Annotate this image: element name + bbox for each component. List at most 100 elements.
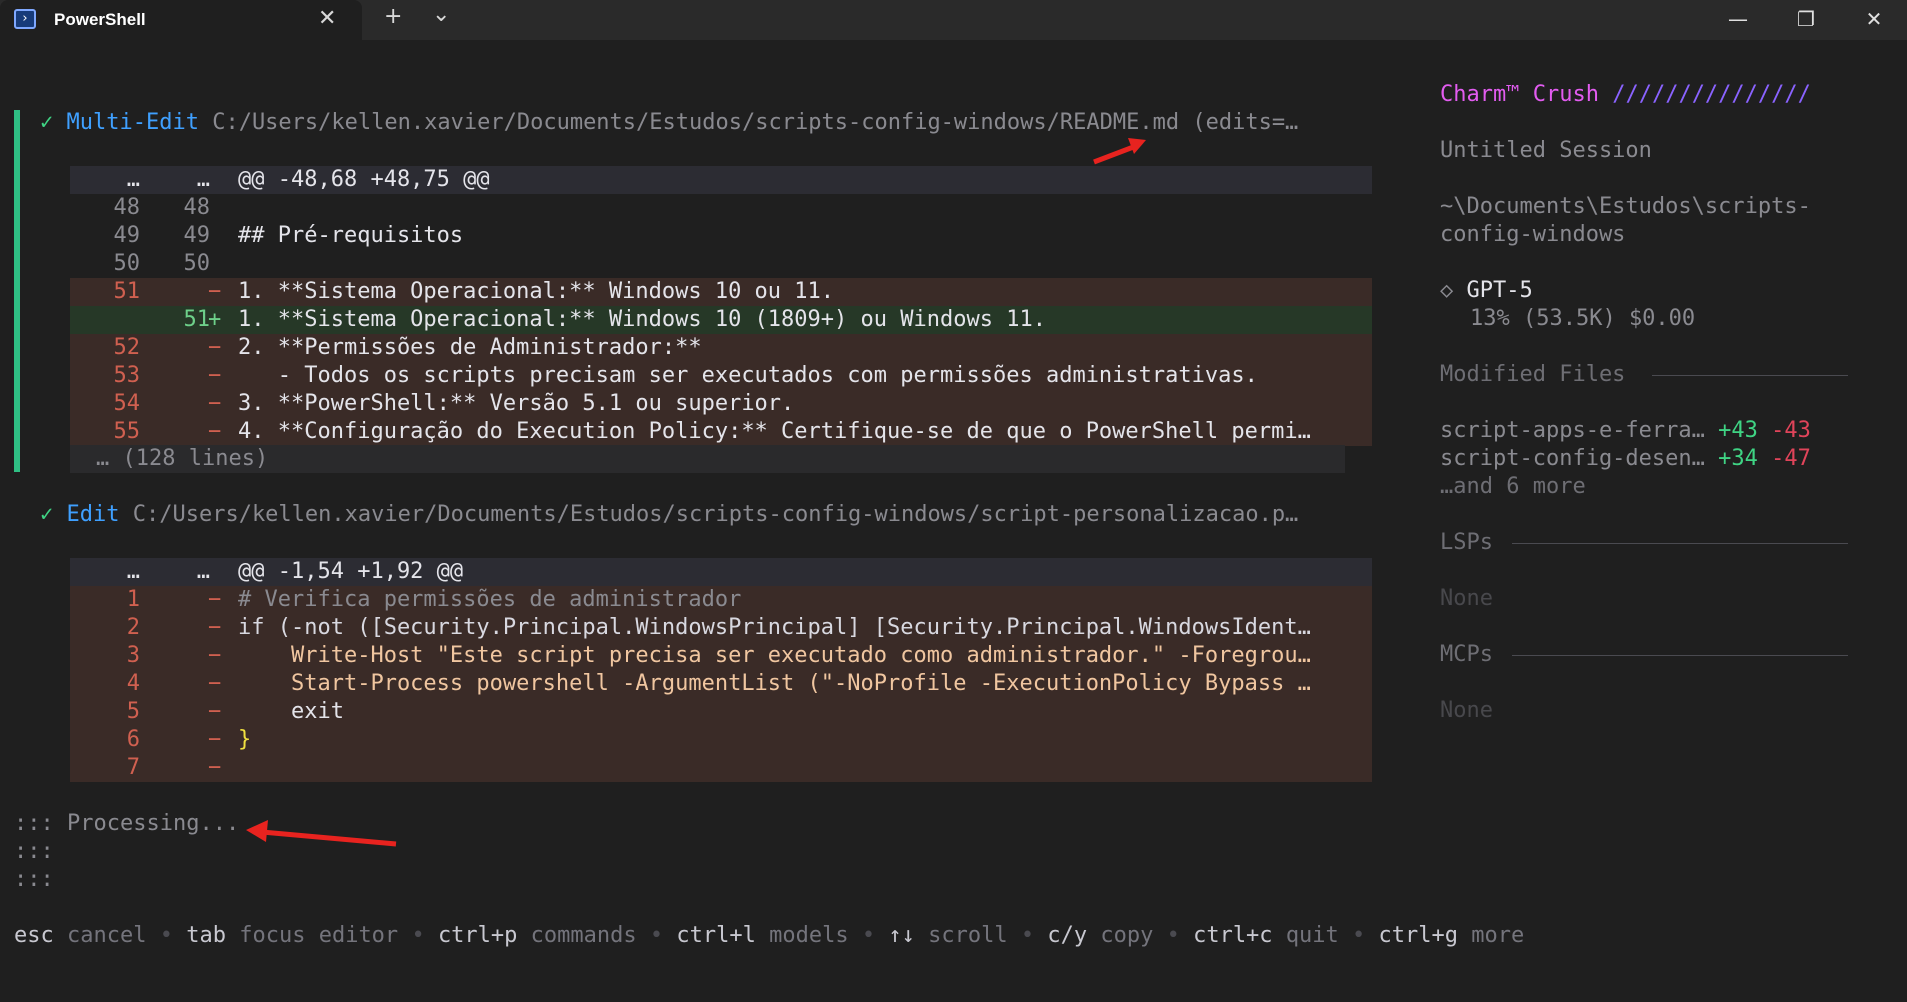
old-line-number: 48: [113, 195, 141, 220]
minimize-button[interactable]: —: [1710, 2, 1766, 36]
help-key: c/y: [1047, 923, 1088, 948]
product-name: Crush: [1532, 82, 1599, 107]
tool-path: C:/Users/kellen.xavier/Documents/Estudos…: [132, 502, 1299, 527]
diff-sign: −: [208, 671, 222, 696]
hunk-new-num: …: [196, 167, 210, 192]
divider: [1512, 543, 1848, 544]
old-line-number: [100, 306, 140, 334]
old-line-number: 55: [113, 419, 141, 444]
diff-line-text: 4. **Configuração do Execution Policy:**…: [238, 419, 1311, 444]
diff-sign: −: [208, 699, 222, 724]
new-line-number: 49: [183, 223, 211, 248]
diff-sign: −: [208, 391, 222, 416]
old-line-number: 6: [126, 727, 140, 752]
check-icon: ✓: [40, 110, 54, 135]
help-desc: commands: [530, 923, 637, 948]
help-bar: esc cancel • tab focus editor • ctrl+p c…: [14, 922, 1524, 950]
new-line-number: [170, 754, 210, 782]
tab-title: PowerShell: [54, 10, 146, 29]
hunk-header: @@ -48,68 +48,75 @@: [238, 167, 490, 192]
help-key: ctrl+p: [437, 923, 518, 948]
cwd-line2: config-windows: [1440, 222, 1626, 247]
lsps-value: None: [1440, 586, 1493, 611]
diff-sign: −: [208, 279, 222, 304]
old-line-number: 4: [126, 671, 140, 696]
tool-name: Multi-Edit: [66, 110, 199, 135]
annotation-arrow: [246, 820, 397, 847]
diff-line-text: # Verifica permissões de administrador: [238, 587, 742, 612]
tool-header-multiedit: ✓ Multi-Edit C:/Users/kellen.xavier/Docu…: [40, 109, 1298, 137]
file-additions: +34: [1718, 446, 1758, 471]
close-window-button[interactable]: ✕: [1846, 2, 1902, 36]
old-line-number: 3: [126, 643, 140, 668]
annotation-arrow: [1093, 138, 1146, 165]
old-line-number: 53: [113, 363, 141, 388]
help-separator: •: [1352, 923, 1366, 948]
brand-name: Charm™: [1440, 82, 1520, 107]
diff-line-text: Write-Host "Este script precisa ser exec…: [238, 643, 1311, 668]
old-line-number: 2: [126, 615, 140, 640]
help-separator: •: [411, 923, 425, 948]
brand-slashes: ///////////////: [1612, 82, 1811, 107]
diff-sign: −: [208, 727, 222, 752]
check-icon: ✓: [40, 502, 54, 527]
tab-powershell[interactable]: › PowerShell ✕: [0, 0, 362, 40]
old-line-number: 7: [126, 755, 140, 780]
new-line-number: [170, 698, 210, 726]
diff-line-text: - Todos os scripts precisam ser executad…: [238, 363, 1258, 388]
new-line-number: [170, 418, 210, 446]
diff-sign: −: [208, 755, 222, 780]
restore-button[interactable]: ❐: [1778, 2, 1834, 36]
tab-close-icon[interactable]: ✕: [318, 6, 336, 31]
diff-sign: −: [208, 587, 222, 612]
help-desc: focus editor: [239, 923, 399, 948]
new-line-number: [170, 642, 210, 670]
hunk-header: @@ -1,54 +1,92 @@: [238, 559, 464, 584]
help-key: esc: [14, 923, 54, 948]
help-desc: more: [1471, 923, 1525, 948]
diff-sign: −: [208, 419, 222, 444]
tab-dropdown-button[interactable]: ⌄: [432, 2, 450, 27]
diff-line-text: 3. **PowerShell:** Versão 5.1 ou superio…: [238, 391, 795, 416]
diff-line-text: 1. **Sistema Operacional:** Windows 10 (…: [238, 307, 1046, 332]
help-separator: •: [649, 923, 664, 948]
diff-line-text: if (-not ([Security.Principal.WindowsPri…: [238, 615, 1311, 640]
mcps-title: MCPs: [1440, 642, 1493, 667]
help-desc: models: [769, 923, 849, 948]
new-line-number: [170, 586, 210, 614]
divider: [1512, 655, 1848, 656]
diff-line-text: }: [238, 727, 252, 752]
help-desc: scroll: [928, 923, 1008, 948]
old-line-number: 50: [113, 251, 141, 276]
diff-line-text: [238, 194, 1372, 222]
file-row[interactable]: script-config-desen… +34 -47: [1440, 445, 1811, 473]
new-tab-button[interactable]: +: [384, 4, 402, 29]
diff-sign: −: [208, 363, 222, 388]
spinner: :::: [14, 839, 54, 864]
old-line-number: 5: [126, 699, 140, 724]
more-lines-label[interactable]: … (128 lines): [96, 445, 268, 473]
status-line: ::: Processing...: [14, 810, 239, 838]
new-line-number: [170, 614, 210, 642]
help-desc: copy: [1100, 923, 1154, 948]
diff-sign: [208, 250, 228, 278]
help-desc: quit: [1285, 923, 1339, 948]
usage-text: 13% (53.5K) $0.00: [1470, 306, 1696, 331]
title-bar: › PowerShell ✕ + ⌄ — ❐ ✕: [0, 0, 1907, 40]
tool-name: Edit: [66, 502, 120, 527]
diff-line-text: [238, 754, 1372, 782]
file-row[interactable]: script-apps-e-ferra… +43 -43: [1440, 417, 1811, 445]
old-line-number: 54: [113, 391, 141, 416]
diff-line-text: 2. **Permissões de Administrador:**: [238, 335, 702, 360]
help-key: ↑↓: [888, 923, 915, 948]
new-line-number: [170, 670, 210, 698]
diff-sign: −: [208, 335, 222, 360]
modified-files-title: Modified Files: [1440, 362, 1626, 387]
file-additions: +43: [1718, 418, 1758, 443]
help-separator: •: [1166, 923, 1180, 948]
diff-sign: −: [208, 615, 222, 640]
files-more: …and 6 more: [1440, 474, 1586, 499]
old-line-number: 51: [113, 279, 141, 304]
help-separator: •: [861, 923, 876, 948]
diff-line-text: exit: [238, 699, 344, 724]
